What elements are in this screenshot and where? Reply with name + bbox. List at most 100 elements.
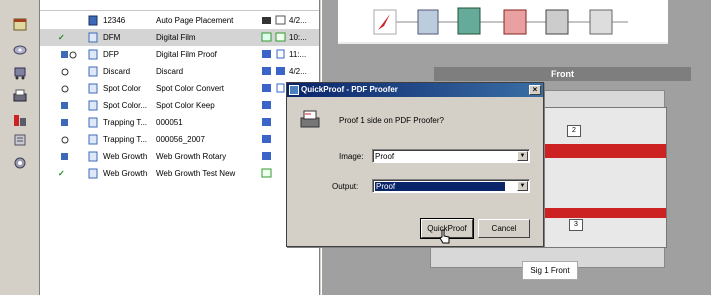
check-icon: ✓: [58, 33, 65, 42]
job-time: 10:...: [289, 33, 307, 42]
image-select[interactable]: Proof ▼: [372, 149, 530, 163]
table-row[interactable]: Spot Color Spot Color Convert: [40, 80, 320, 97]
table-row[interactable]: Trapping T... 000051: [40, 114, 320, 131]
table-row[interactable]: Trapping T... 000056_2007: [40, 131, 320, 148]
signature-label[interactable]: Sig 1 Front: [522, 261, 578, 280]
press-icon: [262, 118, 271, 126]
job-icon: [88, 117, 98, 128]
job-name: Trapping T...: [103, 118, 148, 127]
table-row[interactable]: Discard Discard 4/2...: [40, 63, 320, 80]
workflow-toolbar: [338, 0, 668, 44]
side-header: Front: [434, 67, 691, 81]
press-icon: [276, 67, 285, 75]
job-process: Web Growth Rotary: [156, 152, 227, 161]
dialog-title: QuickProof - PDF Proofer: [301, 85, 398, 94]
job-name: DFM: [103, 33, 121, 42]
link-icon: [61, 136, 69, 144]
job-process: Web Growth Test New: [156, 169, 236, 178]
job-icon: [88, 32, 98, 43]
proofer-icon: [300, 110, 320, 128]
doc-icon: [276, 83, 285, 93]
page-number: 2: [567, 125, 581, 137]
job-process: 000056_2007: [156, 135, 205, 144]
job-name: DFP: [103, 50, 119, 59]
job-name: Spot Color: [103, 84, 141, 93]
stack-icon[interactable]: [12, 132, 28, 148]
job-icon: [88, 66, 98, 77]
multi-job-icon: [61, 102, 68, 109]
link-icon: [61, 85, 69, 93]
dropdown-arrow-icon[interactable]: ▼: [517, 151, 528, 161]
print-icon[interactable]: [545, 9, 569, 35]
job-name: Web Growth: [103, 169, 148, 178]
table-row[interactable]: 12346 Auto Page Placement 4/2...: [40, 12, 320, 29]
output-select[interactable]: Proof ▼: [372, 179, 530, 193]
printer-icon[interactable]: [12, 88, 28, 104]
job-process: Auto Page Placement: [156, 16, 234, 25]
job-icon: [88, 100, 98, 111]
job-list: 12346 Auto Page Placement 4/2... ✓ DFM D…: [40, 0, 320, 295]
job-process: Spot Color Keep: [156, 101, 215, 110]
film-icon: [261, 32, 272, 42]
proof-icon[interactable]: [503, 9, 527, 35]
press-icon: [262, 50, 271, 58]
close-button[interactable]: ×: [529, 85, 541, 95]
job-name: Web Growth: [103, 152, 148, 161]
table-row[interactable]: Web Growth Web Growth Rotary: [40, 148, 320, 165]
film-icon: [261, 168, 272, 178]
press-icon: [262, 152, 271, 160]
workflow-icons: [373, 7, 628, 35]
plate-icon: [262, 17, 271, 24]
pdf-icon[interactable]: [373, 9, 397, 35]
table-row[interactable]: ✓ Web Growth Web Growth Test New: [40, 165, 320, 182]
job-icon: [88, 151, 98, 162]
job-name: Discard: [103, 67, 131, 76]
job-time: 11:...: [289, 50, 307, 59]
link-icon: [61, 68, 69, 76]
output-label: Output:: [332, 182, 359, 191]
job-icon: [88, 15, 98, 26]
job-icon: [88, 134, 98, 145]
hand-cursor-icon: [439, 229, 450, 244]
dialog-message: Proof 1 side on PDF Proofer?: [339, 116, 444, 125]
gear-icon[interactable]: [12, 155, 28, 171]
link-icon: [69, 51, 77, 59]
job-process: Discard: [156, 67, 184, 76]
press-icon: [262, 84, 271, 92]
output-icon[interactable]: [589, 9, 613, 35]
job-name: Trapping T...: [103, 135, 148, 144]
multi-job-icon: [61, 119, 68, 126]
press-icon[interactable]: [12, 112, 28, 128]
job-process: Digital Film Proof: [156, 50, 217, 59]
dialog-title-bar[interactable]: QuickProof - PDF Proofer ×: [287, 83, 543, 97]
job-time: 4/2...: [289, 67, 307, 76]
output-value: Proof: [375, 182, 505, 191]
job-process: Spot Color Convert: [156, 84, 225, 93]
table-row[interactable]: DFP Digital Film Proof 11:...: [40, 46, 320, 63]
cancel-button[interactable]: Cancel: [478, 219, 530, 238]
table-row[interactable]: Spot Color... Spot Color Keep: [40, 97, 320, 114]
job-icon: [88, 83, 98, 94]
calendar-icon[interactable]: [12, 16, 28, 32]
multi-job-icon: [61, 153, 68, 160]
job-icon: [88, 168, 98, 179]
job-name: 12346: [103, 16, 126, 25]
dropdown-arrow-icon[interactable]: ▼: [517, 181, 528, 191]
trap-icon[interactable]: [417, 9, 439, 35]
job-process: 000051: [156, 118, 183, 127]
doc-icon: [276, 49, 285, 59]
imposition-icon[interactable]: [457, 7, 481, 35]
disk-icon[interactable]: [13, 44, 27, 56]
table-row[interactable]: ✓ DFM Digital Film 10:...: [40, 29, 320, 46]
job-process: Digital Film: [156, 33, 196, 42]
film-check-icon: [275, 32, 286, 42]
press-icon: [262, 101, 271, 109]
image-value: Proof: [375, 152, 395, 161]
blank-icon: [275, 15, 286, 25]
page-number: 3: [569, 219, 583, 231]
quickproof-dialog: QuickProof - PDF Proofer × Proof 1 side …: [286, 82, 544, 247]
cart-icon[interactable]: [12, 64, 28, 80]
left-toolbar: [0, 0, 40, 295]
check-icon: ✓: [58, 169, 65, 178]
job-time: 4/2...: [289, 16, 307, 25]
